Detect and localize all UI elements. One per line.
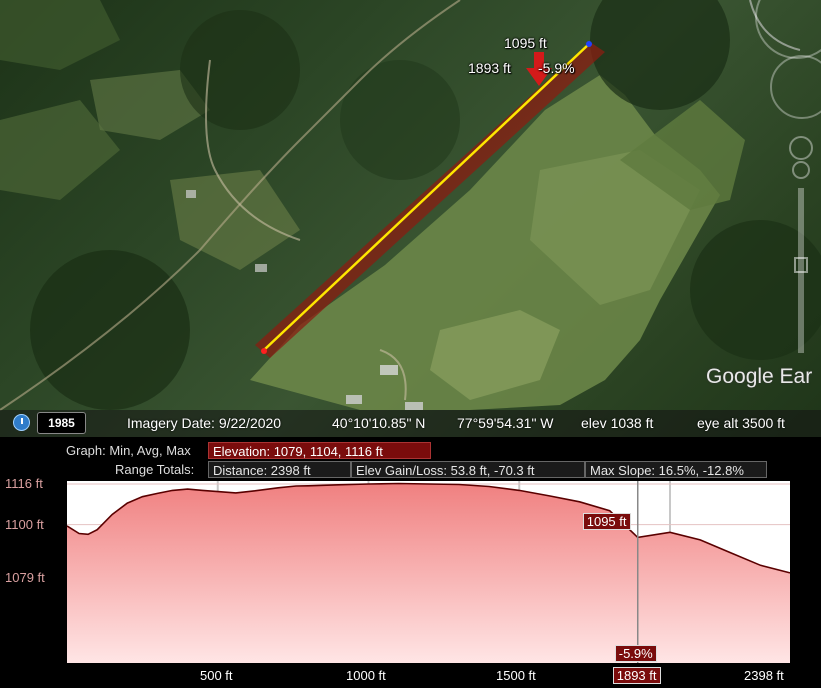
y-tick-label: 1079 ft [5, 570, 45, 585]
elevation-chart[interactable] [0, 0, 821, 688]
cursor-slope-tag: -5.9% [614, 645, 657, 662]
x-tick-label: 1000 ft [346, 668, 386, 683]
x-tick-label: 500 ft [200, 668, 233, 683]
app-window: 1095 ft 1893 ft -5.9% Google Ear 1985 Im… [0, 0, 821, 688]
y-tick-label: 1100 ft [5, 516, 44, 532]
cursor-distance-tag: 1893 ft [612, 667, 661, 684]
x-tick-label: 2398 ft [744, 668, 784, 683]
y-tick-label: 1116 ft [5, 476, 43, 491]
cursor-elevation-tag: 1095 ft [582, 513, 631, 531]
x-tick-label: 1500 ft [496, 668, 536, 683]
